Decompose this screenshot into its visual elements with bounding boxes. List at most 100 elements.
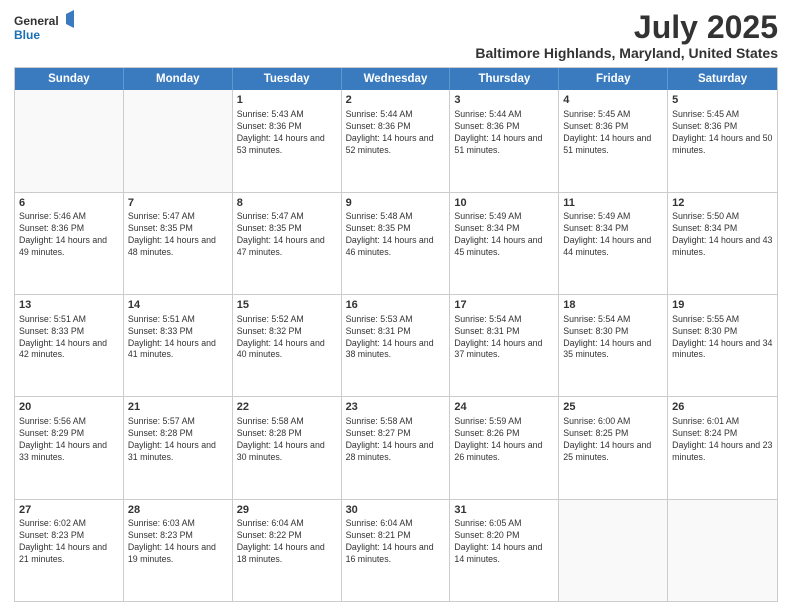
logo-svg: General Blue bbox=[14, 10, 74, 46]
day-number: 11 bbox=[563, 196, 663, 211]
day-info: Sunrise: 5:45 AMSunset: 8:36 PMDaylight:… bbox=[563, 109, 663, 157]
day-info: Sunrise: 5:59 AMSunset: 8:26 PMDaylight:… bbox=[454, 416, 554, 464]
day-info: Sunrise: 5:57 AMSunset: 8:28 PMDaylight:… bbox=[128, 416, 228, 464]
calendar-cell: 23Sunrise: 5:58 AMSunset: 8:27 PMDayligh… bbox=[342, 397, 451, 498]
calendar-header-cell: Tuesday bbox=[233, 68, 342, 90]
day-number: 12 bbox=[672, 196, 773, 211]
calendar-cell: 21Sunrise: 5:57 AMSunset: 8:28 PMDayligh… bbox=[124, 397, 233, 498]
day-number: 29 bbox=[237, 503, 337, 518]
calendar-cell: 25Sunrise: 6:00 AMSunset: 8:25 PMDayligh… bbox=[559, 397, 668, 498]
calendar-header-cell: Thursday bbox=[450, 68, 559, 90]
calendar-cell: 14Sunrise: 5:51 AMSunset: 8:33 PMDayligh… bbox=[124, 295, 233, 396]
calendar-cell: 26Sunrise: 6:01 AMSunset: 8:24 PMDayligh… bbox=[668, 397, 777, 498]
calendar-cell: 11Sunrise: 5:49 AMSunset: 8:34 PMDayligh… bbox=[559, 193, 668, 294]
day-info: Sunrise: 6:05 AMSunset: 8:20 PMDaylight:… bbox=[454, 518, 554, 566]
calendar-cell: 20Sunrise: 5:56 AMSunset: 8:29 PMDayligh… bbox=[15, 397, 124, 498]
calendar-cell: 7Sunrise: 5:47 AMSunset: 8:35 PMDaylight… bbox=[124, 193, 233, 294]
day-info: Sunrise: 6:01 AMSunset: 8:24 PMDaylight:… bbox=[672, 416, 773, 464]
calendar-cell: 15Sunrise: 5:52 AMSunset: 8:32 PMDayligh… bbox=[233, 295, 342, 396]
calendar-cell: 31Sunrise: 6:05 AMSunset: 8:20 PMDayligh… bbox=[450, 500, 559, 601]
logo: General Blue bbox=[14, 10, 74, 46]
day-info: Sunrise: 5:52 AMSunset: 8:32 PMDaylight:… bbox=[237, 314, 337, 362]
calendar-cell: 3Sunrise: 5:44 AMSunset: 8:36 PMDaylight… bbox=[450, 90, 559, 191]
calendar-week-row: 27Sunrise: 6:02 AMSunset: 8:23 PMDayligh… bbox=[15, 499, 777, 601]
day-number: 9 bbox=[346, 196, 446, 211]
day-info: Sunrise: 5:47 AMSunset: 8:35 PMDaylight:… bbox=[128, 211, 228, 259]
day-info: Sunrise: 5:48 AMSunset: 8:35 PMDaylight:… bbox=[346, 211, 446, 259]
day-info: Sunrise: 5:53 AMSunset: 8:31 PMDaylight:… bbox=[346, 314, 446, 362]
calendar-week-row: 1Sunrise: 5:43 AMSunset: 8:36 PMDaylight… bbox=[15, 90, 777, 191]
day-number: 20 bbox=[19, 400, 119, 415]
day-number: 26 bbox=[672, 400, 773, 415]
calendar-cell: 19Sunrise: 5:55 AMSunset: 8:30 PMDayligh… bbox=[668, 295, 777, 396]
calendar-header-row: SundayMondayTuesdayWednesdayThursdayFrid… bbox=[15, 68, 777, 90]
day-info: Sunrise: 5:55 AMSunset: 8:30 PMDaylight:… bbox=[672, 314, 773, 362]
day-number: 16 bbox=[346, 298, 446, 313]
calendar-week-row: 20Sunrise: 5:56 AMSunset: 8:29 PMDayligh… bbox=[15, 396, 777, 498]
day-number: 13 bbox=[19, 298, 119, 313]
day-info: Sunrise: 6:00 AMSunset: 8:25 PMDaylight:… bbox=[563, 416, 663, 464]
title-block: July 2025 Baltimore Highlands, Maryland,… bbox=[475, 10, 778, 61]
day-info: Sunrise: 5:49 AMSunset: 8:34 PMDaylight:… bbox=[454, 211, 554, 259]
calendar-week-row: 6Sunrise: 5:46 AMSunset: 8:36 PMDaylight… bbox=[15, 192, 777, 294]
day-info: Sunrise: 5:58 AMSunset: 8:28 PMDaylight:… bbox=[237, 416, 337, 464]
day-info: Sunrise: 5:56 AMSunset: 8:29 PMDaylight:… bbox=[19, 416, 119, 464]
day-number: 8 bbox=[237, 196, 337, 211]
subtitle: Baltimore Highlands, Maryland, United St… bbox=[475, 45, 778, 61]
calendar-cell: 5Sunrise: 5:45 AMSunset: 8:36 PMDaylight… bbox=[668, 90, 777, 191]
calendar-cell bbox=[15, 90, 124, 191]
calendar-cell: 8Sunrise: 5:47 AMSunset: 8:35 PMDaylight… bbox=[233, 193, 342, 294]
day-number: 21 bbox=[128, 400, 228, 415]
page: General Blue July 2025 Baltimore Highlan… bbox=[0, 0, 792, 612]
day-number: 19 bbox=[672, 298, 773, 313]
day-info: Sunrise: 5:51 AMSunset: 8:33 PMDaylight:… bbox=[128, 314, 228, 362]
day-info: Sunrise: 5:50 AMSunset: 8:34 PMDaylight:… bbox=[672, 211, 773, 259]
day-info: Sunrise: 6:04 AMSunset: 8:21 PMDaylight:… bbox=[346, 518, 446, 566]
calendar-cell: 10Sunrise: 5:49 AMSunset: 8:34 PMDayligh… bbox=[450, 193, 559, 294]
day-info: Sunrise: 5:46 AMSunset: 8:36 PMDaylight:… bbox=[19, 211, 119, 259]
day-number: 18 bbox=[563, 298, 663, 313]
day-number: 6 bbox=[19, 196, 119, 211]
calendar-cell: 12Sunrise: 5:50 AMSunset: 8:34 PMDayligh… bbox=[668, 193, 777, 294]
calendar: SundayMondayTuesdayWednesdayThursdayFrid… bbox=[14, 67, 778, 602]
day-number: 24 bbox=[454, 400, 554, 415]
day-info: Sunrise: 5:44 AMSunset: 8:36 PMDaylight:… bbox=[454, 109, 554, 157]
svg-text:Blue: Blue bbox=[14, 28, 40, 42]
day-info: Sunrise: 6:04 AMSunset: 8:22 PMDaylight:… bbox=[237, 518, 337, 566]
calendar-cell: 1Sunrise: 5:43 AMSunset: 8:36 PMDaylight… bbox=[233, 90, 342, 191]
day-number: 5 bbox=[672, 93, 773, 108]
calendar-cell: 13Sunrise: 5:51 AMSunset: 8:33 PMDayligh… bbox=[15, 295, 124, 396]
calendar-cell bbox=[668, 500, 777, 601]
day-info: Sunrise: 6:03 AMSunset: 8:23 PMDaylight:… bbox=[128, 518, 228, 566]
calendar-body: 1Sunrise: 5:43 AMSunset: 8:36 PMDaylight… bbox=[15, 90, 777, 601]
day-number: 22 bbox=[237, 400, 337, 415]
calendar-header-cell: Sunday bbox=[15, 68, 124, 90]
calendar-week-row: 13 Sunrise: 5:51 AMSunset: 8:33 PMDayligh… bbox=[15, 294, 777, 396]
main-title: July 2025 bbox=[475, 10, 778, 45]
calendar-cell: 16Sunrise: 5:53 AMSunset: 8:31 PMDayligh… bbox=[342, 295, 451, 396]
day-number: 15 bbox=[237, 298, 337, 313]
day-info: Sunrise: 5:58 AMSunset: 8:27 PMDaylight:… bbox=[346, 416, 446, 464]
day-info: Sunrise: 5:54 AMSunset: 8:30 PMDaylight:… bbox=[563, 314, 663, 362]
day-number: 31 bbox=[454, 503, 554, 518]
day-info: Sunrise: 6:02 AMSunset: 8:23 PMDaylight:… bbox=[19, 518, 119, 566]
day-info: Sunrise: 5:54 AMSunset: 8:31 PMDaylight:… bbox=[454, 314, 554, 362]
day-number: 7 bbox=[128, 196, 228, 211]
calendar-cell: 4Sunrise: 5:45 AMSunset: 8:36 PMDaylight… bbox=[559, 90, 668, 191]
day-number: 14 bbox=[128, 298, 228, 313]
day-number: 25 bbox=[563, 400, 663, 415]
day-number: 2 bbox=[346, 93, 446, 108]
day-number: 30 bbox=[346, 503, 446, 518]
day-number: 3 bbox=[454, 93, 554, 108]
calendar-header-cell: Saturday bbox=[668, 68, 777, 90]
day-number: 23 bbox=[346, 400, 446, 415]
day-info: Sunrise: 5:45 AMSunset: 8:36 PMDaylight:… bbox=[672, 109, 773, 157]
calendar-cell: 29Sunrise: 6:04 AMSunset: 8:22 PMDayligh… bbox=[233, 500, 342, 601]
calendar-header-cell: Wednesday bbox=[342, 68, 451, 90]
day-number: 1 bbox=[237, 93, 337, 108]
calendar-cell: 18Sunrise: 5:54 AMSunset: 8:30 PMDayligh… bbox=[559, 295, 668, 396]
calendar-cell: 28Sunrise: 6:03 AMSunset: 8:23 PMDayligh… bbox=[124, 500, 233, 601]
day-number: 17 bbox=[454, 298, 554, 313]
day-info: Sunrise: 5:44 AMSunset: 8:36 PMDaylight:… bbox=[346, 109, 446, 157]
day-info: Sunrise: 5:47 AMSunset: 8:35 PMDaylight:… bbox=[237, 211, 337, 259]
